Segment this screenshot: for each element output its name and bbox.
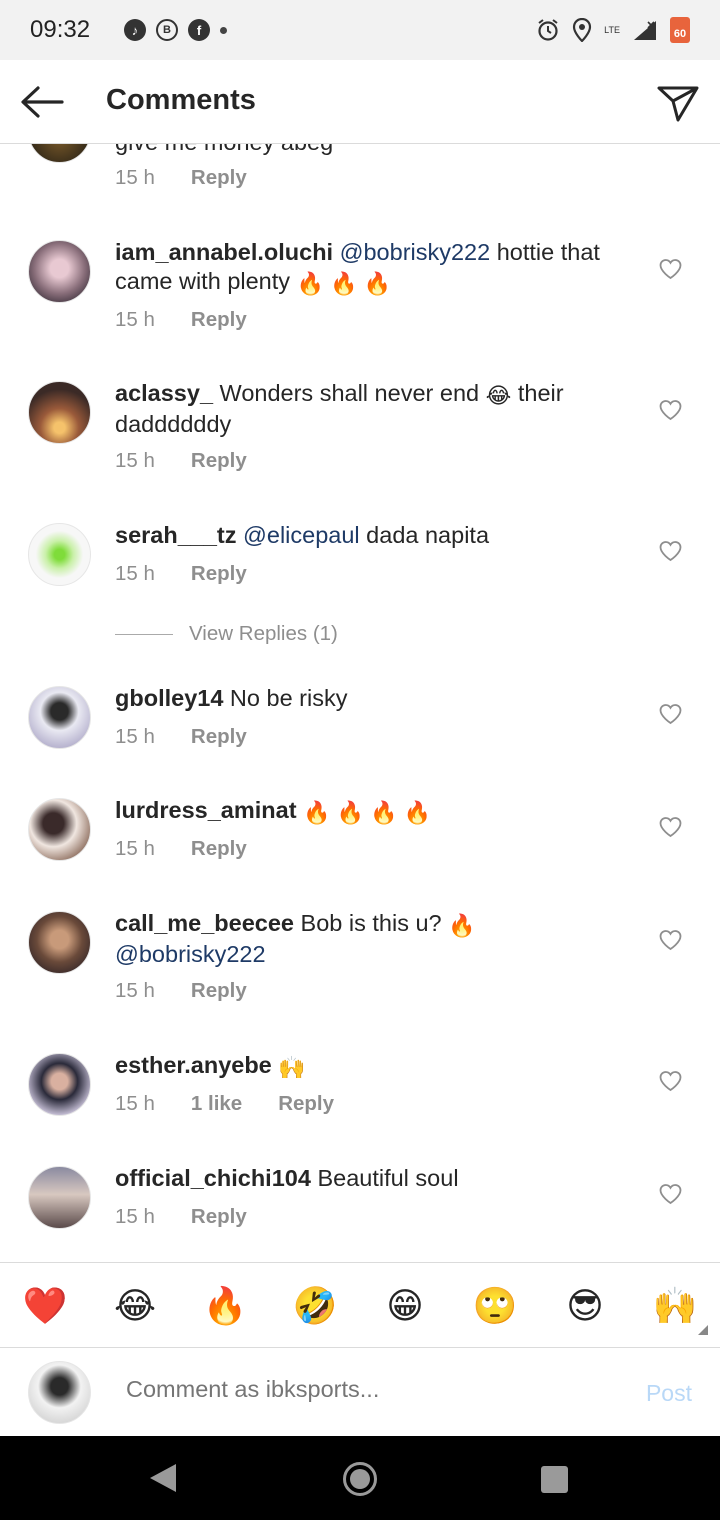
comment-text: give me money abeg xyxy=(115,144,625,157)
expand-corner-icon xyxy=(698,1325,708,1335)
reply-button[interactable]: Reply xyxy=(191,308,247,332)
heart-icon[interactable] xyxy=(658,703,683,725)
comment-time: 15 h xyxy=(115,725,155,748)
comment-input[interactable] xyxy=(126,1376,586,1403)
heart-icon[interactable] xyxy=(658,258,683,280)
likes-count[interactable]: 1 like xyxy=(191,1092,242,1116)
signal-icon xyxy=(634,21,656,40)
post-button[interactable]: Post xyxy=(646,1380,692,1407)
heart-icon[interactable] xyxy=(658,816,683,838)
comment-username[interactable]: aclassy_ xyxy=(115,380,213,406)
system-nav-bar xyxy=(0,1436,720,1520)
network-type: LTE xyxy=(604,25,620,35)
comment-time: 15 h xyxy=(115,562,155,585)
fire-emoji: 🔥 xyxy=(448,913,476,938)
fire-emoji-button[interactable]: 🔥 xyxy=(202,1283,248,1329)
comment-text: Beautiful soul xyxy=(310,1165,459,1191)
comment-username[interactable]: esther.anyebe xyxy=(115,1052,272,1078)
comment-mention[interactable]: @elicepaul xyxy=(243,522,360,548)
reply-button[interactable]: Reply xyxy=(191,725,247,749)
view-replies-button[interactable]: View Replies (1) xyxy=(115,622,338,646)
current-user-avatar xyxy=(28,1361,91,1424)
laughing-emoji: 😂 xyxy=(485,383,512,408)
status-bar: 09:32 ♪ B f LTE 60 xyxy=(0,0,720,60)
comment-text: Wonders shall never end xyxy=(213,380,486,406)
heart-icon[interactable] xyxy=(658,399,683,421)
reply-button[interactable]: Reply xyxy=(278,1092,334,1116)
fire-emoji: 🔥 🔥 🔥 xyxy=(296,271,391,296)
raised-hands-emoji: 🙌 xyxy=(278,1055,306,1080)
comment-time: 15 h xyxy=(115,308,155,331)
laughing-emoji-button[interactable]: 😂 xyxy=(112,1283,158,1329)
comment-time: 15 h xyxy=(115,1092,155,1115)
avatar[interactable] xyxy=(28,240,91,303)
avatar[interactable] xyxy=(28,523,91,586)
nav-back-icon[interactable] xyxy=(150,1464,176,1492)
avatar[interactable] xyxy=(28,144,91,163)
comment-time: 15 h xyxy=(115,837,155,860)
avatar[interactable] xyxy=(28,686,91,749)
rofl-emoji-button[interactable]: 🤣 xyxy=(292,1283,338,1329)
comment-time: 15 h xyxy=(115,979,155,1002)
location-icon xyxy=(573,18,592,42)
avatar[interactable] xyxy=(28,798,91,861)
reply-button[interactable]: Reply xyxy=(191,166,247,190)
reply-button[interactable]: Reply xyxy=(191,837,247,861)
heart-icon[interactable] xyxy=(658,1183,683,1205)
heart-emoji-button[interactable]: ❤️ xyxy=(22,1283,68,1329)
comment-mention[interactable]: @bobrisky222 xyxy=(340,239,491,265)
send-direct-icon[interactable] xyxy=(656,80,700,124)
avatar[interactable] xyxy=(28,1053,91,1116)
comments-list[interactable]: give me money abeg 15 h Reply iam_annabe… xyxy=(0,144,720,1262)
comment-username[interactable]: call_me_beecee xyxy=(115,910,294,936)
reply-button[interactable]: Reply xyxy=(191,449,247,473)
alarm-icon xyxy=(538,19,558,41)
sunglasses-emoji-button[interactable]: 😎 xyxy=(562,1283,608,1329)
battery-icon: 60 xyxy=(670,17,690,43)
comment-text: No be risky xyxy=(223,685,348,711)
heart-icon[interactable] xyxy=(658,540,683,562)
nav-home-icon[interactable] xyxy=(343,1462,377,1496)
comment-text: Bob is this u? xyxy=(294,910,449,936)
comment-mention[interactable]: @bobrisky222 xyxy=(115,941,266,967)
comment-username[interactable]: serah___tz xyxy=(115,522,237,548)
b-icon: B xyxy=(156,19,178,41)
comment-username[interactable]: iam_annabel.oluchi xyxy=(115,239,333,265)
grin-emoji-button[interactable]: 😁 xyxy=(382,1283,428,1329)
heart-icon[interactable] xyxy=(658,1070,683,1092)
avatar[interactable] xyxy=(28,911,91,974)
reply-button[interactable]: Reply xyxy=(191,1205,247,1229)
heart-icon[interactable] xyxy=(658,929,683,951)
nav-recents-icon[interactable] xyxy=(541,1466,568,1493)
divider xyxy=(115,633,173,635)
avatar[interactable] xyxy=(28,1166,91,1229)
reply-button[interactable]: Reply xyxy=(191,562,247,586)
back-arrow-icon[interactable] xyxy=(18,82,66,122)
status-time: 09:32 xyxy=(30,16,91,43)
reply-button[interactable]: Reply xyxy=(191,979,247,1003)
comment-composer: Post xyxy=(0,1348,720,1436)
comment-username[interactable]: lurdress_aminat xyxy=(115,797,297,823)
tiktok-icon: ♪ xyxy=(124,19,146,41)
page-title: Comments xyxy=(106,84,256,116)
comment-time: 15 h xyxy=(115,1205,155,1228)
emoji-quick-bar: ❤️ 😂 🔥 🤣 😁 🙄 😎 🙌 xyxy=(0,1262,720,1348)
comment-text: dada napita xyxy=(359,522,490,548)
app-header: Comments xyxy=(0,60,720,144)
avatar[interactable] xyxy=(28,381,91,444)
view-replies-label: View Replies (1) xyxy=(189,622,338,645)
comment-time: 15 h xyxy=(115,449,155,472)
comment-username[interactable]: gbolley14 xyxy=(115,685,223,711)
eye-roll-emoji-button[interactable]: 🙄 xyxy=(472,1283,518,1329)
comment-time: 15 h xyxy=(115,166,155,189)
comment-username[interactable]: official_chichi104 xyxy=(115,1165,311,1191)
more-notifications-dot xyxy=(220,26,227,34)
facebook-icon: f xyxy=(188,19,210,41)
fire-emoji: 🔥 🔥 🔥 🔥 xyxy=(303,800,432,825)
raised-hands-emoji-button[interactable]: 🙌 xyxy=(652,1283,698,1329)
